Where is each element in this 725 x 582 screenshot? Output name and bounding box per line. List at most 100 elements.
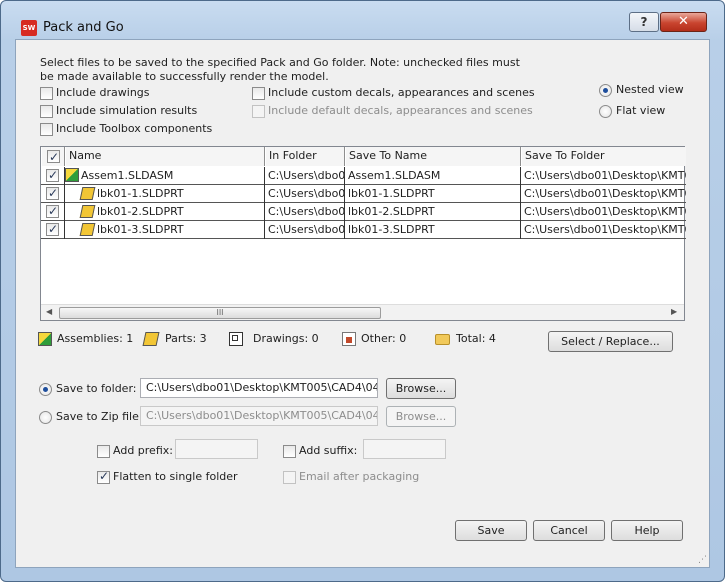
save-folder-path-input[interactable]: C:\Users\dbo01\Desktop\KMT005\CAD4\04-RI bbox=[140, 378, 378, 398]
other-count: Other: 0 bbox=[361, 332, 407, 345]
scroll-left-icon[interactable]: ◀ bbox=[46, 307, 52, 316]
column-name[interactable]: Name bbox=[65, 147, 265, 166]
row-in-folder: C:\Users\dbo0 bbox=[265, 167, 345, 185]
include-custom-decals-label: Include custom decals, appearances and s… bbox=[268, 86, 535, 99]
horizontal-scrollbar[interactable]: ◀ III ▶ bbox=[41, 304, 684, 320]
parts-icon bbox=[142, 332, 160, 346]
parts-count: Parts: 3 bbox=[165, 332, 207, 345]
row-save-name[interactable]: Assem1.SLDASM bbox=[345, 167, 521, 185]
row-name-cell: lbk01-3.SLDPRT bbox=[65, 221, 265, 239]
table-row[interactable]: lbk01-3.SLDPRT C:\Users\dbo0 lbk01-3.SLD… bbox=[41, 221, 686, 239]
save-to-folder-radio[interactable] bbox=[39, 383, 52, 396]
instruction-note: Select files to be saved to the specifie… bbox=[40, 56, 520, 83]
row-name-cell: Assem1.SLDASM bbox=[65, 167, 265, 185]
row-save-name[interactable]: lbk01-1.SLDPRT bbox=[345, 185, 521, 203]
assembly-icon bbox=[65, 168, 79, 182]
email-label: Email after packaging bbox=[299, 470, 420, 483]
include-simulation-checkbox[interactable] bbox=[40, 105, 53, 118]
row-name: lbk01-1.SLDPRT bbox=[97, 187, 184, 200]
save-to-folder-label: Save to folder: bbox=[56, 382, 137, 395]
part-icon bbox=[79, 187, 96, 200]
resize-grip-icon[interactable]: ⋰ bbox=[698, 555, 707, 565]
row-save-folder[interactable]: C:\Users\dbo01\Desktop\KMT00 bbox=[521, 185, 686, 203]
flatten-label: Flatten to single folder bbox=[113, 470, 238, 483]
select-all-header[interactable] bbox=[41, 147, 65, 166]
row-save-name[interactable]: lbk01-2.SLDPRT bbox=[345, 203, 521, 221]
part-icon bbox=[79, 223, 96, 236]
dialog-client-area: Select files to be saved to the specifie… bbox=[15, 39, 710, 568]
zip-path-input[interactable]: C:\Users\dbo01\Desktop\KMT005\CAD4\04-RI bbox=[140, 406, 378, 426]
row-checkbox[interactable] bbox=[46, 203, 59, 220]
row-checkbox[interactable] bbox=[46, 221, 59, 238]
include-default-decals-checkbox[interactable] bbox=[252, 105, 265, 118]
select-all-checkbox[interactable] bbox=[47, 148, 60, 166]
save-button[interactable]: Save bbox=[455, 520, 527, 541]
browse-zip-button[interactable]: Browse... bbox=[386, 406, 456, 427]
row-save-name[interactable]: lbk01-3.SLDPRT bbox=[345, 221, 521, 239]
drawings-icon bbox=[229, 332, 243, 346]
nested-view-label: Nested view bbox=[616, 83, 684, 96]
column-in-folder[interactable]: In Folder bbox=[265, 147, 345, 166]
include-toolbox-checkbox[interactable] bbox=[40, 123, 53, 136]
row-save-folder[interactable]: C:\Users\dbo01\Desktop\KMT00 bbox=[521, 203, 686, 221]
row-check-cell bbox=[41, 185, 65, 203]
save-to-zip-label: Save to Zip file: bbox=[56, 410, 143, 423]
include-custom-decals-checkbox[interactable] bbox=[252, 87, 265, 100]
add-prefix-label: Add prefix: bbox=[113, 444, 173, 457]
drawings-count: Drawings: 0 bbox=[253, 332, 319, 345]
files-table: Name In Folder Save To Name Save To Fold… bbox=[40, 146, 686, 321]
column-save-to-name[interactable]: Save To Name bbox=[345, 147, 521, 166]
solidworks-app-icon: SW bbox=[21, 20, 37, 36]
prefix-input[interactable] bbox=[175, 439, 258, 459]
row-checkbox[interactable] bbox=[46, 167, 59, 184]
row-name: lbk01-3.SLDPRT bbox=[97, 223, 184, 236]
row-save-folder[interactable]: C:\Users\dbo01\Desktop\KMT00 bbox=[521, 221, 686, 239]
assemblies-icon bbox=[38, 332, 52, 346]
assemblies-count: Assemblies: 1 bbox=[57, 332, 134, 345]
row-check-cell bbox=[41, 167, 65, 185]
table-header: Name In Folder Save To Name Save To Fold… bbox=[41, 147, 686, 166]
row-save-folder[interactable]: C:\Users\dbo01\Desktop\KMT00 bbox=[521, 167, 686, 185]
include-default-decals-label: Include default decals, appearances and … bbox=[268, 104, 533, 117]
folder-icon bbox=[435, 334, 450, 345]
scroll-right-icon[interactable]: ▶ bbox=[671, 307, 677, 316]
table-row[interactable]: lbk01-1.SLDPRT C:\Users\dbo0 lbk01-1.SLD… bbox=[41, 185, 686, 203]
flat-view-label: Flat view bbox=[616, 104, 666, 117]
row-in-folder: C:\Users\dbo0 bbox=[265, 203, 345, 221]
scrollbar-thumb[interactable]: III bbox=[59, 307, 381, 319]
row-check-cell bbox=[41, 203, 65, 221]
save-to-zip-radio[interactable] bbox=[39, 411, 52, 424]
suffix-input[interactable] bbox=[363, 439, 446, 459]
include-drawings-label: Include drawings bbox=[56, 86, 150, 99]
table-row[interactable]: Assem1.SLDASM C:\Users\dbo0 Assem1.SLDAS… bbox=[41, 167, 686, 185]
add-suffix-label: Add suffix: bbox=[299, 444, 358, 457]
dialog-window: SW Pack and Go ? ✕ Select files to be sa… bbox=[0, 0, 725, 582]
title-bar[interactable]: SW Pack and Go ? ✕ bbox=[1, 1, 724, 39]
cancel-button[interactable]: Cancel bbox=[533, 520, 605, 541]
row-check-cell bbox=[41, 221, 65, 239]
row-name: lbk01-2.SLDPRT bbox=[97, 205, 184, 218]
include-toolbox-label: Include Toolbox components bbox=[56, 122, 213, 135]
select-replace-button[interactable]: Select / Replace... bbox=[548, 331, 673, 352]
browse-folder-button[interactable]: Browse... bbox=[386, 378, 456, 399]
row-name-cell: lbk01-1.SLDPRT bbox=[65, 185, 265, 203]
table-row[interactable]: lbk01-2.SLDPRT C:\Users\dbo0 lbk01-2.SLD… bbox=[41, 203, 686, 221]
help-title-button[interactable]: ? bbox=[629, 12, 659, 32]
row-in-folder: C:\Users\dbo0 bbox=[265, 185, 345, 203]
flatten-checkbox[interactable] bbox=[97, 469, 110, 484]
help-button[interactable]: Help bbox=[611, 520, 683, 541]
nested-view-radio[interactable] bbox=[599, 84, 612, 97]
close-button[interactable]: ✕ bbox=[660, 12, 707, 32]
email-checkbox[interactable] bbox=[283, 471, 296, 484]
flat-view-radio[interactable] bbox=[599, 105, 612, 118]
include-drawings-checkbox[interactable] bbox=[40, 87, 53, 100]
total-count: Total: 4 bbox=[456, 332, 496, 345]
add-prefix-checkbox[interactable] bbox=[97, 445, 110, 458]
column-save-to-folder[interactable]: Save To Folder bbox=[521, 147, 686, 166]
add-suffix-checkbox[interactable] bbox=[283, 445, 296, 458]
other-files-icon bbox=[342, 332, 356, 346]
part-icon bbox=[79, 205, 96, 218]
row-checkbox[interactable] bbox=[46, 185, 59, 202]
row-name: Assem1.SLDASM bbox=[81, 169, 174, 182]
window-title: Pack and Go bbox=[43, 20, 124, 35]
